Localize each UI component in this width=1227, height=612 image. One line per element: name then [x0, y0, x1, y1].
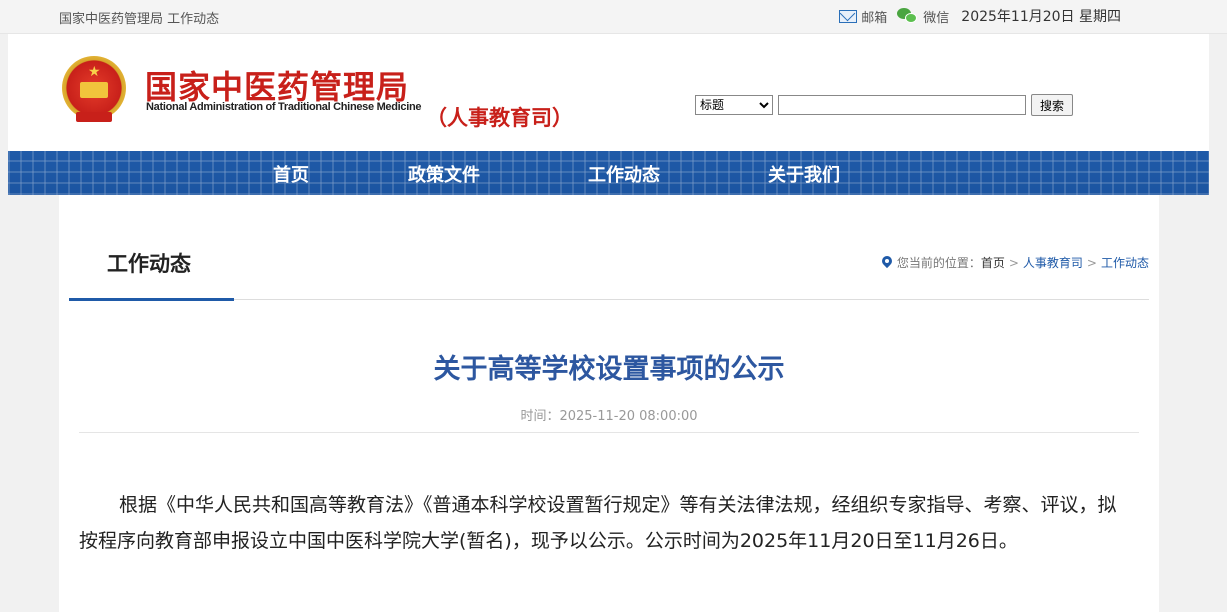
site-header: ★ 国家中医药管理局 National Administration of Tr…	[8, 34, 1209, 151]
org-name-en: National Administration of Traditional C…	[146, 101, 422, 113]
location-label: 您当前的位置：	[896, 256, 981, 270]
article-body: 根据《中华人民共和国高等教育法》《普通本科学校设置暂行规定》等有关法律法规，经组…	[79, 494, 1117, 552]
top-breadcrumb: 国家中医药管理局 工作动态	[59, 12, 220, 27]
wechat-icon	[897, 8, 919, 24]
search-input[interactable]	[778, 95, 1026, 115]
nav-item-news[interactable]: 工作动态	[588, 161, 660, 187]
breadcrumb-separator: >	[1086, 255, 1097, 270]
location-breadcrumb: 您当前的位置： 首页 > 人事教育司 > 工作动态	[882, 254, 1149, 271]
section-title-underline	[69, 298, 234, 301]
article-time: 时间：2025-11-20 08:00:00	[520, 409, 698, 424]
wechat-label: 微信	[923, 10, 950, 26]
current-date: 2025年11月20日 星期四	[961, 9, 1121, 25]
article-divider	[79, 432, 1139, 433]
mail-link[interactable]: 邮箱	[839, 7, 887, 26]
section-title: 工作动态	[107, 252, 191, 276]
national-emblem-icon: ★	[62, 56, 126, 124]
breadcrumb-news[interactable]: 工作动态	[1101, 254, 1149, 271]
breadcrumb-home[interactable]: 首页	[981, 254, 1005, 271]
main-content: 工作动态 您当前的位置： 首页 > 人事教育司 > 工作动态 关于高等学校设置事…	[59, 195, 1159, 612]
nav-item-home[interactable]: 首页	[273, 161, 309, 187]
nav-item-policy[interactable]: 政策文件	[408, 161, 480, 187]
main-nav: 首页 政策文件 工作动态 关于我们	[8, 151, 1209, 195]
mail-label: 邮箱	[861, 10, 888, 26]
top-bar: 国家中医药管理局 工作动态 邮箱 微信 2025年11月20日 星期四	[0, 0, 1227, 34]
top-links: 邮箱 微信 2025年11月20日 星期四	[829, 6, 1121, 26]
search-type-select[interactable]: 标题	[695, 95, 773, 115]
search-bar: 标题 搜索	[695, 94, 1073, 116]
search-button[interactable]: 搜索	[1031, 94, 1073, 116]
breadcrumb-department[interactable]: 人事教育司	[1023, 254, 1083, 271]
mail-icon	[839, 9, 858, 23]
department-name: （人事教育司）	[426, 106, 573, 130]
article-title: 关于高等学校设置事项的公示	[433, 354, 785, 385]
location-pin-icon	[882, 256, 892, 270]
wechat-link[interactable]: 微信	[897, 7, 949, 26]
breadcrumb-separator: >	[1008, 255, 1019, 270]
nav-item-about[interactable]: 关于我们	[768, 161, 840, 187]
